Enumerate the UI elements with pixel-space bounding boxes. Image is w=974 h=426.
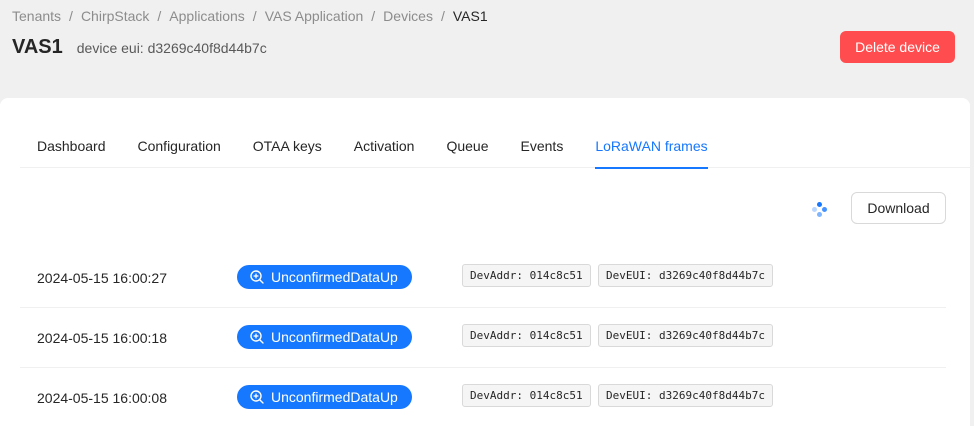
zoom-in-icon [249, 269, 265, 285]
frame-type-label: UnconfirmedDataUp [271, 329, 398, 345]
page-header: VAS1 device eui: d3269c40f8d44b7c [12, 36, 267, 59]
tab-otaa-keys[interactable]: OTAA keys [253, 128, 322, 168]
tab-configuration[interactable]: Configuration [138, 128, 221, 168]
tab-bar: Dashboard Configuration OTAA keys Activa… [20, 128, 974, 169]
frame-timestamp: 2024-05-15 16:00:18 [37, 330, 167, 346]
frame-type-label: UnconfirmedDataUp [271, 389, 398, 405]
breadcrumb-separator: / [252, 8, 257, 24]
frame-type-tag[interactable]: UnconfirmedDataUp [237, 265, 412, 289]
tab-dashboard[interactable]: Dashboard [37, 128, 106, 168]
devaddr-tag: DevAddr: 014c8c51 [462, 324, 591, 347]
breadcrumb-separator: / [371, 8, 376, 24]
frame-timestamp: 2024-05-15 16:00:08 [37, 390, 167, 406]
breadcrumb-separator: / [157, 8, 162, 24]
devaddr-tag: DevAddr: 014c8c51 [462, 384, 591, 407]
devaddr-tag: DevAddr: 014c8c51 [462, 264, 591, 287]
content-card: Dashboard Configuration OTAA keys Activa… [0, 98, 974, 426]
breadcrumb-current: VAS1 [452, 8, 488, 24]
download-button[interactable]: Download [851, 192, 946, 224]
frame-type-tag[interactable]: UnconfirmedDataUp [237, 325, 412, 349]
breadcrumb-vas-application[interactable]: VAS Application [265, 8, 364, 24]
frames-list: 2024-05-15 16:00:27 UnconfirmedDataUp De… [20, 248, 946, 426]
frame-timestamp: 2024-05-15 16:00:27 [37, 270, 167, 286]
tab-activation[interactable]: Activation [354, 128, 415, 168]
loading-spinner-icon [812, 202, 828, 218]
breadcrumb-tenants[interactable]: Tenants [12, 8, 61, 24]
frame-row[interactable]: 2024-05-15 16:00:18 UnconfirmedDataUp De… [20, 308, 946, 368]
page-title: VAS1 [12, 36, 63, 58]
breadcrumb-chirpstack[interactable]: ChirpStack [81, 8, 149, 24]
breadcrumb: Tenants / ChirpStack / Applications / VA… [12, 8, 488, 24]
breadcrumb-applications[interactable]: Applications [169, 8, 245, 24]
breadcrumb-separator: / [440, 8, 445, 24]
zoom-in-icon [249, 389, 265, 405]
breadcrumb-devices[interactable]: Devices [383, 8, 433, 24]
deveui-tag: DevEUI: d3269c40f8d44b7c [598, 264, 773, 287]
frame-type-tag[interactable]: UnconfirmedDataUp [237, 385, 412, 409]
frame-type-label: UnconfirmedDataUp [271, 269, 398, 285]
tab-lorawan-frames[interactable]: LoRaWAN frames [595, 128, 708, 169]
tab-events[interactable]: Events [521, 128, 564, 168]
breadcrumb-separator: / [69, 8, 73, 24]
frame-row[interactable]: 2024-05-15 16:00:27 UnconfirmedDataUp De… [20, 248, 946, 308]
zoom-in-icon [249, 329, 265, 345]
frame-row[interactable]: 2024-05-15 16:00:08 UnconfirmedDataUp De… [20, 368, 946, 426]
tab-queue[interactable]: Queue [446, 128, 488, 168]
deveui-tag: DevEUI: d3269c40f8d44b7c [598, 324, 773, 347]
delete-device-button[interactable]: Delete device [840, 31, 955, 63]
page-subtitle: device eui: d3269c40f8d44b7c [76, 40, 267, 56]
deveui-tag: DevEUI: d3269c40f8d44b7c [598, 384, 773, 407]
